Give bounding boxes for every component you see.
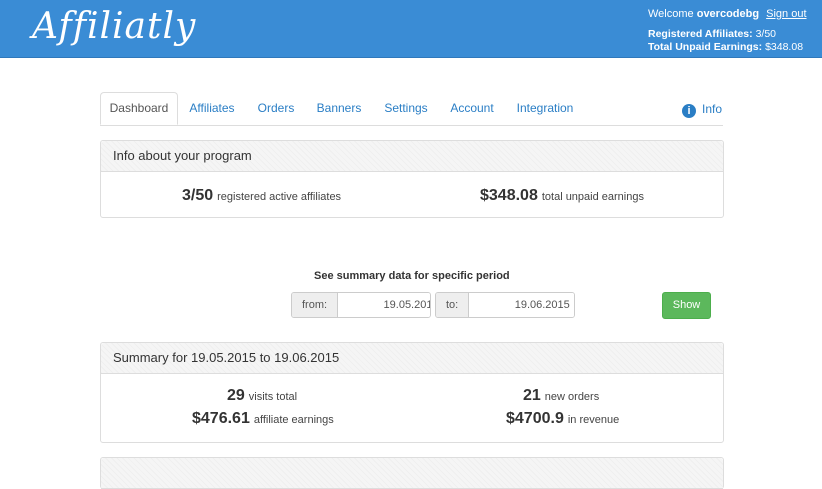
app-logo[interactable]: Affiliatly — [32, 6, 196, 47]
tab-orders[interactable]: Orders — [252, 92, 300, 125]
welcome-text: Welcome — [648, 8, 694, 20]
info-icon: i — [682, 104, 696, 118]
sign-out-link[interactable]: Sign out — [766, 8, 806, 20]
registered-affiliates-label: Registered Affiliates: — [648, 28, 753, 40]
revenue-label: in revenue — [567, 414, 620, 426]
next-panel — [100, 457, 724, 489]
active-affiliates-value: 3/50 — [182, 187, 214, 204]
to-label: to: — [436, 293, 470, 317]
tab-settings[interactable]: Settings — [378, 92, 434, 125]
show-button[interactable]: Show — [662, 292, 711, 319]
top-header: Affiliatly Welcome overcodebg Sign out R… — [0, 0, 822, 58]
visits-value: 29 — [227, 387, 245, 404]
active-affiliates-label: registered active affiliates — [217, 191, 342, 203]
registered-affiliates-value: 3/50 — [755, 28, 776, 40]
unpaid-earnings-panel-stat: $348.08 total unpaid earnings — [480, 187, 644, 205]
active-affiliates-stat: 3/50 registered active affiliates — [182, 187, 341, 205]
new-orders-label: new orders — [544, 391, 600, 403]
tab-integration[interactable]: Integration — [510, 92, 580, 125]
total-unpaid-label: total unpaid earnings — [541, 191, 644, 203]
info-link[interactable]: i Info — [682, 102, 722, 118]
new-orders-value: 21 — [523, 387, 541, 404]
from-date-input[interactable] — [338, 293, 430, 317]
welcome-line: Welcome overcodebg Sign out — [648, 8, 807, 20]
to-date-input[interactable] — [469, 293, 574, 317]
registered-affiliates-stat: Registered Affiliates: 3/50 — [648, 28, 776, 40]
tab-account[interactable]: Account — [446, 92, 498, 125]
info-link-label: Info — [702, 102, 723, 116]
affiliate-earnings-value: $476.61 — [192, 410, 250, 427]
unpaid-earnings-value: $348.08 — [765, 41, 804, 53]
revenue-stat: $4700.9 in revenue — [506, 410, 619, 428]
from-date-group: from: — [291, 292, 431, 318]
next-panel-header — [101, 458, 723, 489]
revenue-value: $4700.9 — [506, 410, 564, 427]
visits-stat: 29 visits total — [227, 387, 297, 405]
new-orders-stat: 21 new orders — [523, 387, 599, 405]
total-unpaid-value: $348.08 — [480, 187, 538, 204]
period-title: See summary data for specific period — [314, 270, 510, 282]
username: overcodebg — [696, 8, 760, 20]
summary-panel: Summary for 19.05.2015 to 19.06.2015 29 v… — [100, 342, 724, 443]
program-info-title: Info about your program — [101, 141, 723, 172]
affiliate-earnings-stat: $476.61 affiliate earnings — [192, 410, 334, 428]
program-info-panel: Info about your program 3/50 registered a… — [100, 140, 724, 218]
from-label: from: — [292, 293, 339, 317]
visits-label: visits total — [248, 391, 298, 403]
tab-affiliates[interactable]: Affiliates — [184, 92, 240, 125]
main-tabs: Dashboard Affiliates Orders Banners Sett… — [100, 92, 723, 126]
unpaid-earnings-stat: Total Unpaid Earnings: $348.08 — [648, 41, 803, 53]
tab-banners[interactable]: Banners — [312, 92, 366, 125]
to-date-group: to: — [435, 292, 575, 318]
tab-dashboard[interactable]: Dashboard — [100, 92, 178, 125]
summary-title: Summary for 19.05.2015 to 19.06.2015 — [101, 343, 723, 374]
unpaid-earnings-label: Total Unpaid Earnings: — [648, 41, 763, 53]
affiliate-earnings-label: affiliate earnings — [253, 414, 334, 426]
